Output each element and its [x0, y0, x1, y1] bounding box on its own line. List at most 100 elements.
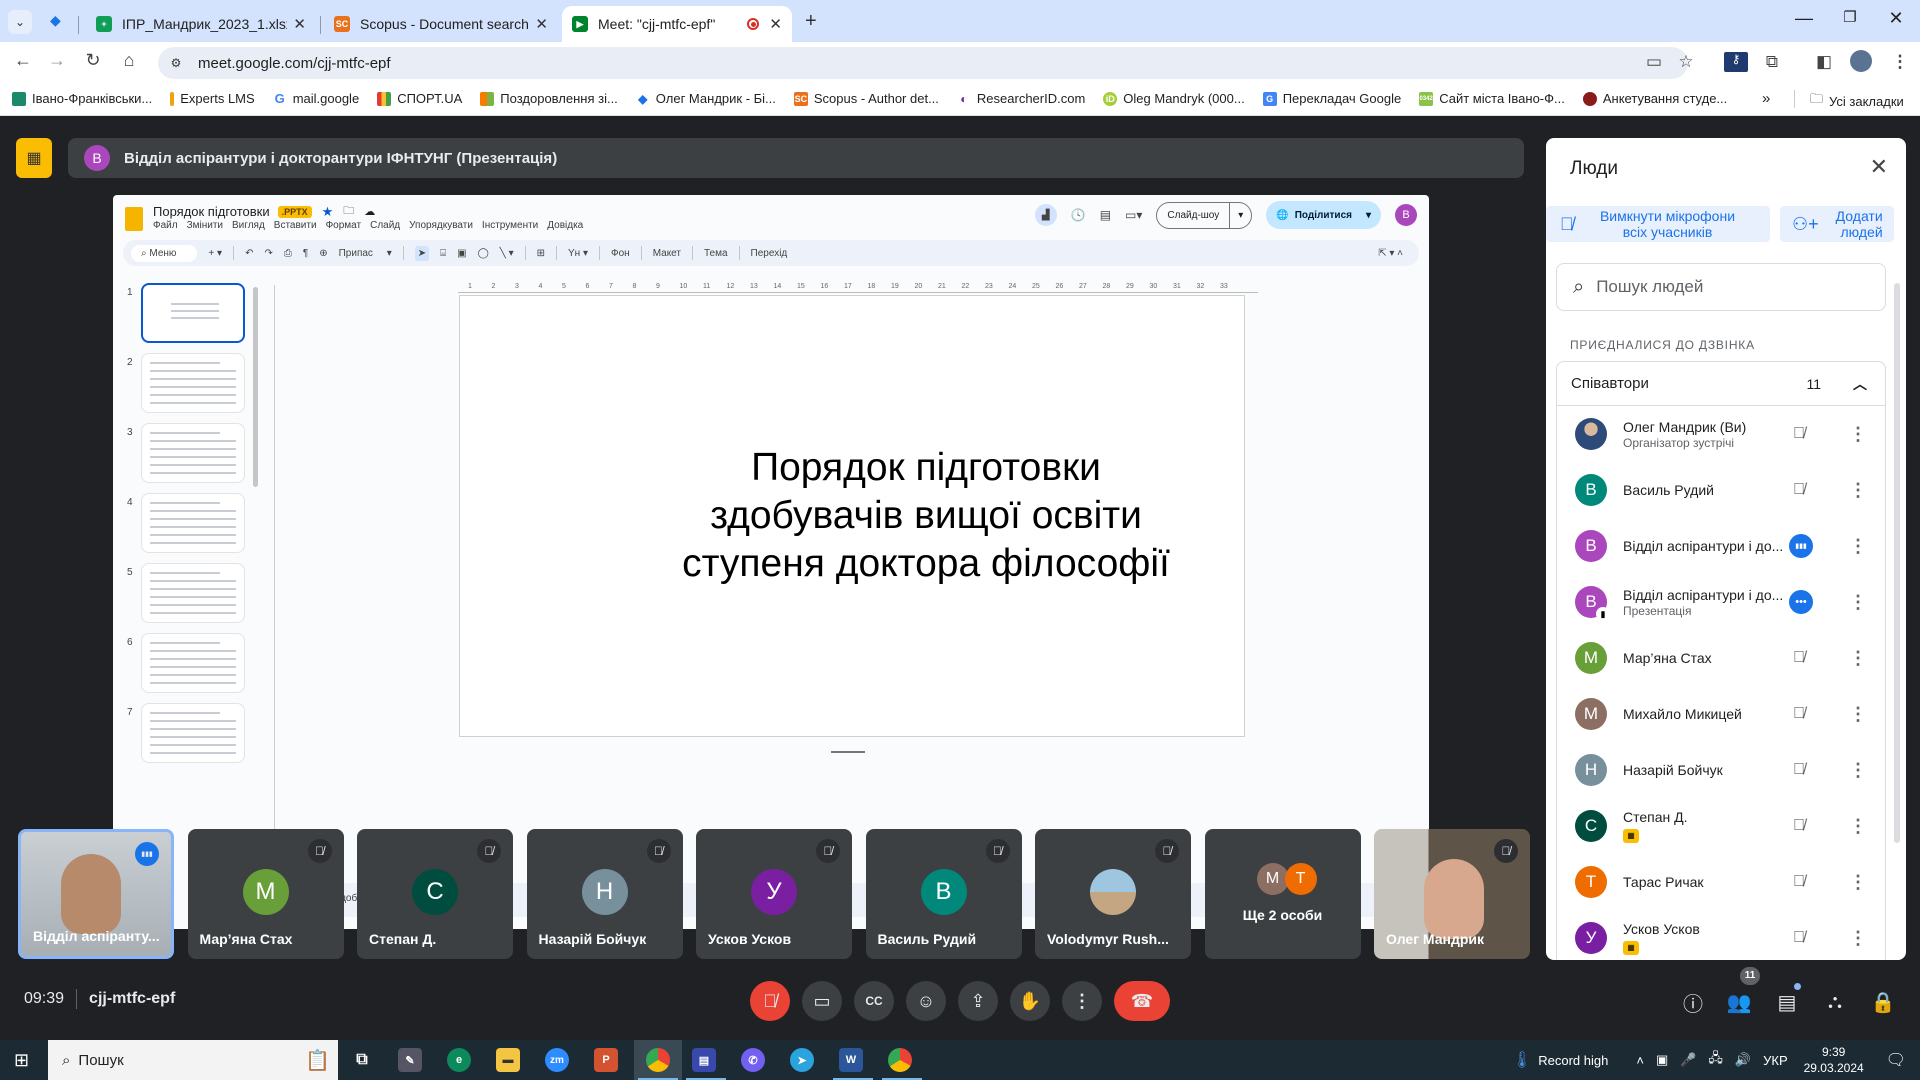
participant-options-icon[interactable]: ⋮: [1849, 872, 1867, 893]
close-panel-button[interactable]: ✕: [1870, 154, 1888, 180]
menu-view[interactable]: Вигляд: [232, 220, 265, 231]
pointer-mode-icon[interactable]: ⇱ ▾ ˄: [1378, 248, 1403, 259]
share-button[interactable]: 🌐 Поділитися ▾: [1266, 201, 1381, 229]
line-icon[interactable]: ╲ ▾: [500, 248, 514, 259]
participant-options-icon[interactable]: ⋮: [1849, 592, 1867, 613]
tab-scopus[interactable]: SC Scopus - Document search ✕: [324, 6, 558, 42]
save-app-icon[interactable]: ▤: [692, 1048, 716, 1072]
url-field[interactable]: ⚙ meet.google.com/cjj-mtfc-epf: [158, 47, 1688, 79]
bookmark-item[interactable]: G Перекладач Google: [1262, 91, 1401, 106]
menu-format[interactable]: Формат: [326, 220, 362, 231]
menu-edit[interactable]: Змінити: [187, 220, 223, 231]
participant-row[interactable]: Т Тарас Ричак 🎙̸ ⋮: [1557, 854, 1885, 910]
more-bookmarks-button[interactable]: »: [1762, 90, 1770, 107]
slideshow-dropdown-icon[interactable]: ▾: [1229, 202, 1251, 228]
chrome-profile-icon[interactable]: [888, 1048, 912, 1072]
move-folder-icon[interactable]: 🗀: [343, 202, 354, 221]
more-status-icon[interactable]: •••: [1789, 590, 1813, 614]
comments-icon[interactable]: ▤: [1100, 208, 1111, 222]
camera-tray-icon[interactable]: ▣: [1656, 1052, 1668, 1068]
edge-icon[interactable]: e: [447, 1048, 471, 1072]
participant-row[interactable]: М Михайло Микицей 🎙̸ ⋮: [1557, 686, 1885, 742]
menu-tools[interactable]: Інструменти: [482, 220, 538, 231]
pinned-tab-icon[interactable]: ◆: [50, 12, 61, 29]
powerpoint-icon[interactable]: P: [594, 1048, 618, 1072]
viber-icon[interactable]: ✆: [741, 1048, 765, 1072]
chevron-up-icon[interactable]: ︿: [1853, 374, 1867, 394]
forward-button[interactable]: →: [44, 50, 70, 71]
participant-row[interactable]: В Василь Рудий 🎙̸ ⋮: [1557, 462, 1885, 518]
clock[interactable]: 9:39 29.03.2024: [1804, 1044, 1864, 1076]
menu-file[interactable]: Файл: [153, 220, 178, 231]
slide-thumbnail[interactable]: [141, 353, 245, 413]
chevron-down-icon[interactable]: ▾: [1366, 210, 1371, 221]
site-info-icon[interactable]: ⚙: [164, 51, 188, 75]
notes-resize-handle[interactable]: [831, 751, 865, 753]
participant-options-icon[interactable]: ⋮: [1849, 480, 1867, 501]
mic-off-icon[interactable]: 🎙̸: [1793, 761, 1805, 779]
network-icon[interactable]: 🖧: [1708, 1049, 1723, 1071]
language-indicator[interactable]: УКР: [1763, 1053, 1788, 1068]
participant-row[interactable]: В ▮ Відділ аспірантури і до... Презентація •…: [1557, 574, 1885, 630]
participant-options-icon[interactable]: ⋮: [1849, 424, 1867, 445]
mic-off-icon[interactable]: 🎙̸: [1793, 873, 1805, 891]
print-icon[interactable]: ⎙: [284, 248, 292, 259]
slide-thumbnail[interactable]: [141, 493, 245, 553]
fit-dropdown[interactable]: Припас ▾: [339, 248, 392, 259]
slide-thumbnail[interactable]: [141, 283, 245, 343]
bookmark-item[interactable]: Поздоровлення зі...: [480, 91, 618, 106]
slide-title-text[interactable]: Порядок підготовки здобувачів вищої осві…: [666, 444, 1186, 588]
side-panel-icon[interactable]: ◧: [1812, 52, 1836, 72]
menu-search[interactable]: ⌕ Меню: [131, 244, 198, 262]
mic-off-icon[interactable]: 🎙̸: [1793, 817, 1805, 835]
task-view-icon[interactable]: ⧉: [350, 1048, 374, 1072]
undo-icon[interactable]: ↶: [245, 248, 253, 259]
background-button[interactable]: Фон: [611, 248, 630, 259]
file-explorer-icon[interactable]: ▬: [496, 1048, 520, 1072]
tab-meet[interactable]: ▶ Meet: "cjj-mtfc-epf" ✕: [562, 6, 792, 42]
raise-hand-button[interactable]: ✋: [1010, 981, 1050, 1021]
presentation-indicator-icon[interactable]: ▦: [16, 138, 52, 178]
bookmark-item[interactable]: Івано-Франківськи...: [12, 91, 152, 106]
user-avatar[interactable]: В: [1395, 204, 1417, 226]
reactions-button[interactable]: ☺: [906, 981, 946, 1021]
chat-button[interactable]: ▤: [1772, 987, 1802, 1017]
extensions-icon[interactable]: ⧉: [1760, 52, 1784, 72]
shared-screen-slides[interactable]: Порядок підготовки .PPTX ★ 🗀 ☁ Файл Змін…: [113, 195, 1429, 929]
slide-thumbnail[interactable]: [141, 423, 245, 483]
mic-off-icon[interactable]: 🎙̸: [1793, 929, 1805, 947]
collaborators-group-header[interactable]: Співавтори 11 ︿: [1557, 362, 1885, 406]
telegram-icon[interactable]: ➤: [790, 1048, 814, 1072]
mic-off-icon[interactable]: 🎙̸: [1793, 705, 1805, 723]
slideshow-button[interactable]: Слайд-шоу ▾: [1156, 201, 1253, 229]
chrome-icon[interactable]: [646, 1048, 670, 1072]
meeting-info-button[interactable]: ⓘ: [1678, 987, 1708, 1017]
input-tools-icon[interactable]: Yн ▾: [568, 248, 588, 259]
participant-tile[interactable]: М Т Ще 2 особи: [1204, 829, 1361, 959]
present-to-call-icon[interactable]: ▟: [1034, 204, 1057, 226]
browser-menu-icon[interactable]: ⋮: [1888, 52, 1912, 72]
close-window-button[interactable]: ✕: [1876, 8, 1916, 29]
bookmark-item[interactable]: ◆ Олег Мандрик - Бі...: [636, 91, 776, 106]
menu-arrange[interactable]: Упорядкувати: [409, 220, 473, 231]
taskbar-search[interactable]: ⌕ Пошук 📋: [48, 1040, 338, 1080]
bookmark-item[interactable]: СПОРТ.UA: [377, 91, 462, 106]
participant-options-icon[interactable]: ⋮: [1849, 760, 1867, 781]
leave-call-button[interactable]: ☎: [1114, 981, 1170, 1021]
star-icon[interactable]: ★: [322, 204, 334, 220]
mic-toggle-button[interactable]: 🎙̸: [750, 981, 790, 1021]
all-bookmarks-button[interactable]: 🗀 Усі закладки: [1810, 90, 1904, 112]
mute-all-button[interactable]: 🎙̸ Вимкнути мікрофони всіх учасників: [1546, 206, 1770, 242]
panel-scrollbar[interactable]: [1894, 283, 1900, 843]
participant-tile[interactable]: С Степан Д. 🎙̸: [357, 829, 513, 959]
present-button[interactable]: ⇪: [958, 981, 998, 1021]
back-button[interactable]: ←: [10, 50, 36, 71]
participant-row[interactable]: В Відділ аспірантури і до... ▮▮▮ ⋮: [1557, 518, 1885, 574]
bookmark-item[interactable]: iD Oleg Mandryk (000...: [1103, 91, 1245, 106]
home-button[interactable]: ⌂: [116, 50, 142, 71]
menu-help[interactable]: Довідка: [547, 220, 583, 231]
participant-options-icon[interactable]: ⋮: [1849, 704, 1867, 725]
transition-button[interactable]: Перехід: [751, 248, 788, 259]
slide-thumbnail[interactable]: [141, 563, 245, 623]
bookmark-item[interactable]: ◐ ResearcherID.com: [957, 91, 1085, 106]
